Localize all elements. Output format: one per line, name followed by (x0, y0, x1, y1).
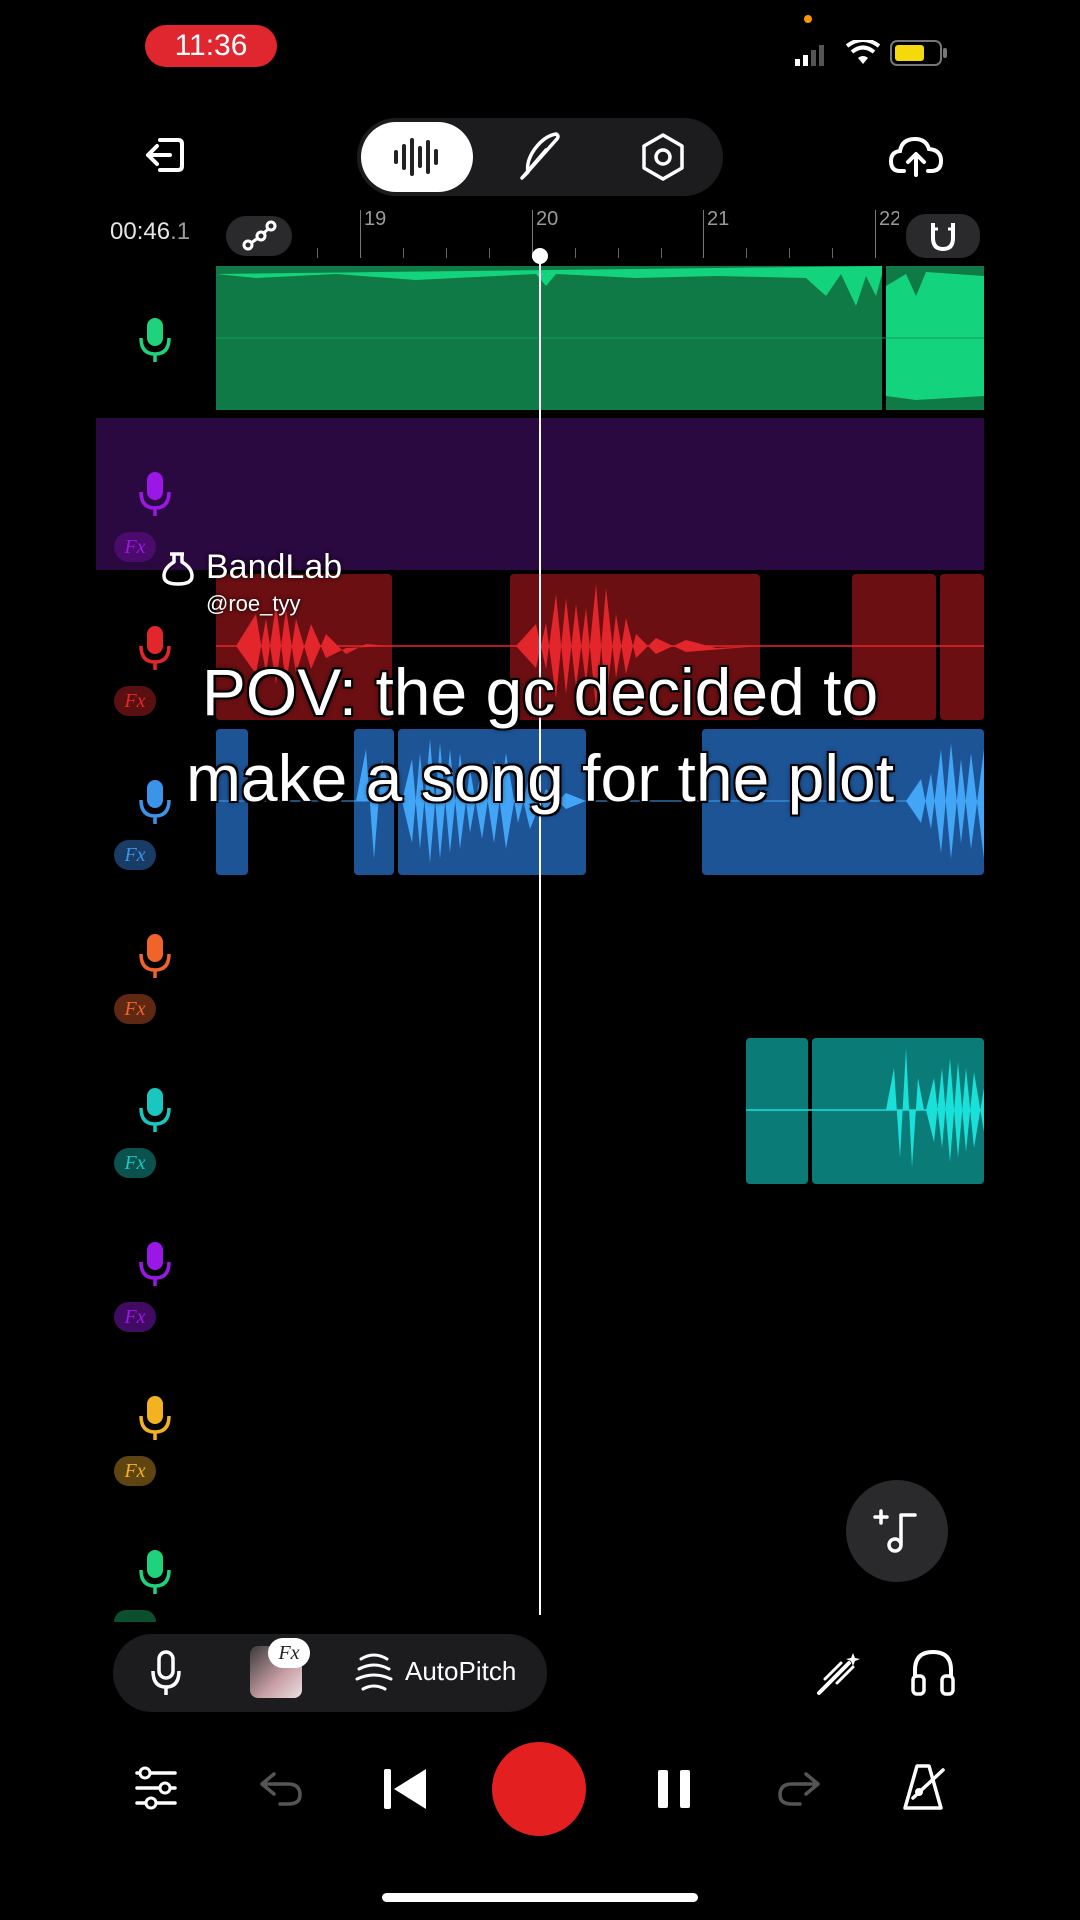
fx-preset-badge[interactable]: Fx (268, 1638, 310, 1668)
track-5-mic-icon[interactable] (138, 932, 172, 985)
magic-wand-icon (817, 1653, 860, 1695)
home-indicator[interactable] (382, 1893, 698, 1902)
track-7-fx-badge[interactable]: Fx (114, 1302, 156, 1332)
status-time: 11:36 (145, 25, 277, 67)
track-9-mic-icon[interactable] (138, 1548, 172, 1601)
autopitch-label[interactable]: AutoPitch (405, 1656, 516, 1687)
redo-button[interactable] (774, 1766, 824, 1810)
track-6-region[interactable] (746, 1038, 984, 1184)
track-2-mic-icon[interactable] (138, 470, 172, 523)
watermark-brand: BandLab (206, 548, 343, 586)
hex-settings-icon[interactable] (638, 132, 688, 182)
ruler-tick (446, 248, 447, 258)
exit-icon (146, 138, 184, 172)
ruler-tick (618, 248, 619, 258)
track-9-fx-badge-partial (114, 1610, 156, 1622)
input-mic-button[interactable] (144, 1648, 188, 1698)
ruler-tick (575, 248, 576, 258)
mixer-button[interactable] (132, 1764, 180, 1812)
battery-icon (890, 40, 948, 71)
wifi-icon (845, 38, 881, 71)
redo-icon (778, 1772, 820, 1806)
pause-button[interactable] (652, 1766, 696, 1812)
undo-icon (260, 1772, 302, 1806)
mixer-sliders-icon (135, 1766, 177, 1810)
add-track-button[interactable] (846, 1480, 948, 1582)
headphones-button[interactable] (908, 1646, 958, 1698)
waveform-icon[interactable] (392, 136, 442, 178)
playhead-handle[interactable] (532, 248, 548, 264)
cloud-upload-button[interactable] (888, 130, 944, 180)
track-6-mic-icon[interactable] (138, 1086, 172, 1139)
ruler-tick (832, 248, 833, 258)
ruler-tick (746, 248, 747, 258)
ruler-marker: 21 (707, 208, 730, 230)
track-7-mic-icon[interactable] (138, 1240, 172, 1293)
track-5-fx-badge[interactable]: Fx (114, 994, 156, 1024)
bandlab-watermark: BandLab (158, 548, 342, 587)
ruler-marker: 19 (364, 208, 387, 230)
caption-line-2: make a song for the plot (185, 741, 895, 815)
ruler-tick (317, 248, 318, 258)
track-1-mic-icon[interactable] (138, 316, 172, 369)
track-8-fx-badge[interactable]: Fx (114, 1456, 156, 1486)
snap-magnet-button[interactable] (906, 214, 980, 258)
metronome-button[interactable] (898, 1762, 948, 1812)
ruler-bar-line (703, 210, 704, 258)
headphones-icon (911, 1649, 955, 1696)
mic-outline-icon (151, 1650, 181, 1695)
record-button[interactable] (492, 1742, 586, 1836)
automation-button[interactable] (226, 216, 292, 256)
add-music-note-icon (873, 1509, 917, 1553)
track-4-fx-badge[interactable]: Fx (114, 840, 156, 870)
skip-back-icon (384, 1769, 426, 1809)
playhead[interactable] (539, 255, 541, 1615)
pause-icon (658, 1770, 690, 1808)
ruler-bar-line (360, 210, 361, 258)
cloud-upload-icon (888, 136, 944, 177)
autopitch-icon[interactable] (354, 1648, 394, 1696)
magnet-icon (931, 223, 955, 252)
ruler-tick (403, 248, 404, 258)
metronome-icon (903, 1764, 945, 1810)
signal-icon (795, 44, 835, 71)
bandlab-logo-icon (162, 551, 194, 586)
magic-wand-button[interactable] (814, 1648, 864, 1698)
playback-timecode: 00:46.1 (110, 218, 191, 245)
skip-to-start-button[interactable] (380, 1766, 430, 1812)
ruler-marker: 22 (879, 208, 899, 230)
automation-icon (242, 220, 277, 251)
ruler-tick (489, 248, 490, 258)
ruler-tick (661, 248, 662, 258)
ruler-marker: 20 (536, 208, 559, 230)
track-2-fx-badge[interactable]: Fx (114, 532, 156, 562)
track-1-region[interactable] (216, 266, 984, 412)
ruler-tick (789, 248, 790, 258)
privacy-indicator-dot (804, 15, 812, 23)
caption-line-1: POV: the gc decided to (201, 655, 879, 729)
track-6-fx-badge[interactable]: Fx (114, 1148, 156, 1178)
undo-button[interactable] (256, 1766, 306, 1810)
exit-button[interactable] (140, 130, 190, 180)
watermark-user: @roe_tyy (206, 591, 301, 616)
track-8-mic-icon[interactable] (138, 1394, 172, 1447)
feather-icon[interactable] (515, 130, 565, 182)
ruler-bar-line (875, 210, 876, 258)
